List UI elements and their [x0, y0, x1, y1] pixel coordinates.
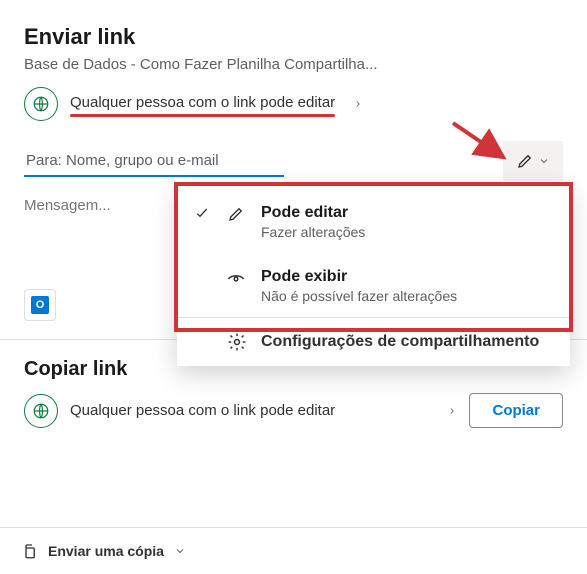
globe-icon [24, 87, 58, 121]
file-name: Base de Dados - Como Fazer Planilha Comp… [24, 56, 563, 73]
menu-item-settings[interactable]: Configurações de compartilhamento [177, 318, 570, 366]
eye-icon [225, 267, 247, 289]
menu-item-desc: Fazer alterações [261, 224, 365, 241]
chevron-right-icon [353, 99, 363, 109]
recipients-input[interactable] [24, 146, 284, 177]
copy-icon [20, 542, 38, 560]
menu-item-can-edit[interactable]: Pode editar Fazer alterações [177, 185, 570, 253]
send-copy-label[interactable]: Enviar uma cópia [48, 543, 164, 559]
menu-item-label: Configurações de compartilhamento [261, 333, 539, 351]
menu-item-label: Pode exibir [261, 267, 457, 286]
chevron-right-icon [447, 406, 457, 416]
outlook-app-tile[interactable]: O [24, 289, 56, 321]
permission-link-text: Qualquer pessoa com o link pode editar [70, 94, 335, 115]
check-icon [193, 203, 211, 221]
gear-icon [227, 332, 247, 352]
permission-level-button[interactable] [503, 141, 563, 181]
copy-permission-text[interactable]: Qualquer pessoa com o link pode editar [70, 402, 429, 419]
globe-icon [24, 394, 58, 428]
menu-item-label: Pode editar [261, 203, 365, 222]
chevron-down-icon[interactable] [174, 545, 186, 557]
permission-menu: Pode editar Fazer alterações Pode exibir… [177, 185, 570, 366]
copy-button[interactable]: Copiar [469, 393, 563, 428]
pencil-icon [516, 152, 534, 170]
menu-item-can-view[interactable]: Pode exibir Não é possível fazer alteraç… [177, 253, 570, 317]
chevron-down-icon [538, 155, 550, 167]
permission-row[interactable]: Qualquer pessoa com o link pode editar [24, 87, 563, 121]
outlook-icon: O [31, 296, 49, 314]
page-title: Enviar link [24, 24, 563, 50]
menu-item-desc: Não é possível fazer alterações [261, 288, 457, 305]
bottom-bar: Enviar uma cópia [0, 527, 587, 574]
pencil-icon [225, 203, 247, 223]
